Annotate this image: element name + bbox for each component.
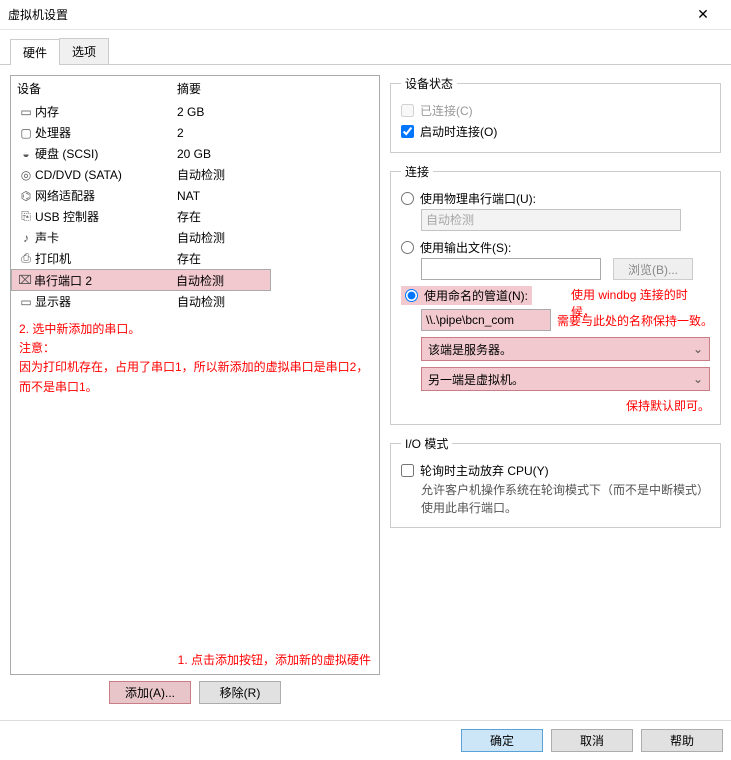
ok-button[interactable]: 确定 <box>461 729 543 752</box>
device-name: 声卡 <box>35 229 177 246</box>
device-summary: 自动检测 <box>176 272 266 289</box>
cancel-button[interactable]: 取消 <box>551 729 633 752</box>
yield-cpu-checkbox[interactable]: 轮询时主动放弃 CPU(Y) <box>401 460 710 481</box>
device-name: 硬盘 (SCSI) <box>35 145 177 162</box>
annotation-keep-default: 保持默认即可。 <box>401 397 710 414</box>
help-button[interactable]: 帮助 <box>641 729 723 752</box>
device-name: CD/DVD (SATA) <box>35 168 177 182</box>
device-icon: ⌬ <box>17 189 35 203</box>
device-row[interactable]: ▭显示器自动检测 <box>11 291 379 312</box>
device-summary: 2 GB <box>177 105 373 119</box>
chevron-down-icon: ⌄ <box>693 342 703 356</box>
device-row[interactable]: ⌬网络适配器NAT <box>11 185 379 206</box>
device-icon: ◒ <box>17 147 35 161</box>
connect-at-poweron-checkbox[interactable]: 启动时连接(O) <box>401 121 710 142</box>
pipe-name-input[interactable] <box>421 309 551 331</box>
device-icon: ▭ <box>17 105 35 119</box>
device-row[interactable]: ⌧串行端口 2自动检测 <box>11 269 271 291</box>
device-icon: ▢ <box>17 126 35 140</box>
device-name: 打印机 <box>35 250 177 267</box>
device-icon: ◎ <box>17 168 35 182</box>
device-name: 处理器 <box>35 124 177 141</box>
device-summary: 自动检测 <box>177 229 373 246</box>
use-named-pipe-radio[interactable] <box>405 289 418 302</box>
device-row[interactable]: ◒硬盘 (SCSI)20 GB <box>11 143 379 164</box>
tab-hardware[interactable]: 硬件 <box>10 39 60 65</box>
device-summary: 存在 <box>177 250 373 267</box>
tab-options[interactable]: 选项 <box>59 38 109 64</box>
device-row[interactable]: ⎙打印机存在 <box>11 248 379 269</box>
device-listbox: 设备 摘要 ▭内存2 GB▢处理器2◒硬盘 (SCSI)20 GB◎CD/DVD… <box>10 75 380 675</box>
chevron-down-icon: ⌄ <box>693 372 703 386</box>
device-summary: NAT <box>177 189 373 203</box>
device-summary: 存在 <box>177 208 373 225</box>
device-name: USB 控制器 <box>35 208 177 225</box>
annotation-left: 2. 选中新添加的串口。 注意： 因为打印机存在，占用了串口1，所以新添加的虚拟… <box>11 312 379 405</box>
device-name: 内存 <box>35 103 177 120</box>
window-title: 虚拟机设置 <box>8 6 683 23</box>
this-end-select[interactable]: 该端是服务器。 ⌄ <box>421 337 710 361</box>
device-icon: ⎙ <box>17 251 35 266</box>
device-row[interactable]: ▭内存2 GB <box>11 101 379 122</box>
device-icon: ⎘ <box>17 209 35 224</box>
io-mode-group: I/O 模式 轮询时主动放弃 CPU(Y) 允许客户机操作系统在轮询模式下（而不… <box>390 435 721 528</box>
remove-button[interactable]: 移除(R) <box>199 681 281 704</box>
add-button[interactable]: 添加(A)... <box>109 681 191 704</box>
col-device: 设备 <box>17 80 177 97</box>
device-summary: 20 GB <box>177 147 373 161</box>
annotation-pipe-2: 需要与此处的名称保持一致。 <box>557 312 713 329</box>
device-name: 显示器 <box>35 293 177 310</box>
device-name: 串行端口 2 <box>34 272 176 289</box>
device-name: 网络适配器 <box>35 187 177 204</box>
use-physical-radio[interactable]: 使用物理串行端口(U): <box>401 188 710 209</box>
connected-checkbox[interactable]: 已连接(C) <box>401 100 710 121</box>
device-summary: 自动检测 <box>177 166 373 183</box>
device-icon: ▭ <box>17 295 35 309</box>
io-description: 允许客户机操作系统在轮询模式下（而不是中断模式）使用此串行端口。 <box>421 481 710 517</box>
device-row[interactable]: ◎CD/DVD (SATA)自动检测 <box>11 164 379 185</box>
annotation-bottom: 1. 点击添加按钮，添加新的虚拟硬件 <box>11 651 379 674</box>
device-summary: 自动检测 <box>177 293 373 310</box>
connection-group: 连接 使用物理串行端口(U): 自动检测 使用输出文件(S): 浏览(B)... <box>390 163 721 425</box>
use-outfile-radio[interactable]: 使用输出文件(S): <box>401 237 710 258</box>
close-icon[interactable]: ✕ <box>683 6 723 23</box>
device-icon: ⌧ <box>16 273 34 287</box>
device-icon: ♪ <box>17 231 35 245</box>
device-row[interactable]: ♪声卡自动检测 <box>11 227 379 248</box>
outfile-input <box>421 258 601 280</box>
device-row[interactable]: ⎘USB 控制器存在 <box>11 206 379 227</box>
device-status-group: 设备状态 已连接(C) 启动时连接(O) <box>390 75 721 153</box>
device-row[interactable]: ▢处理器2 <box>11 122 379 143</box>
other-end-select[interactable]: 另一端是虚拟机。 ⌄ <box>421 367 710 391</box>
browse-button: 浏览(B)... <box>613 258 693 280</box>
physical-port-select: 自动检测 <box>421 209 681 231</box>
col-summary: 摘要 <box>177 80 373 97</box>
device-summary: 2 <box>177 126 373 140</box>
